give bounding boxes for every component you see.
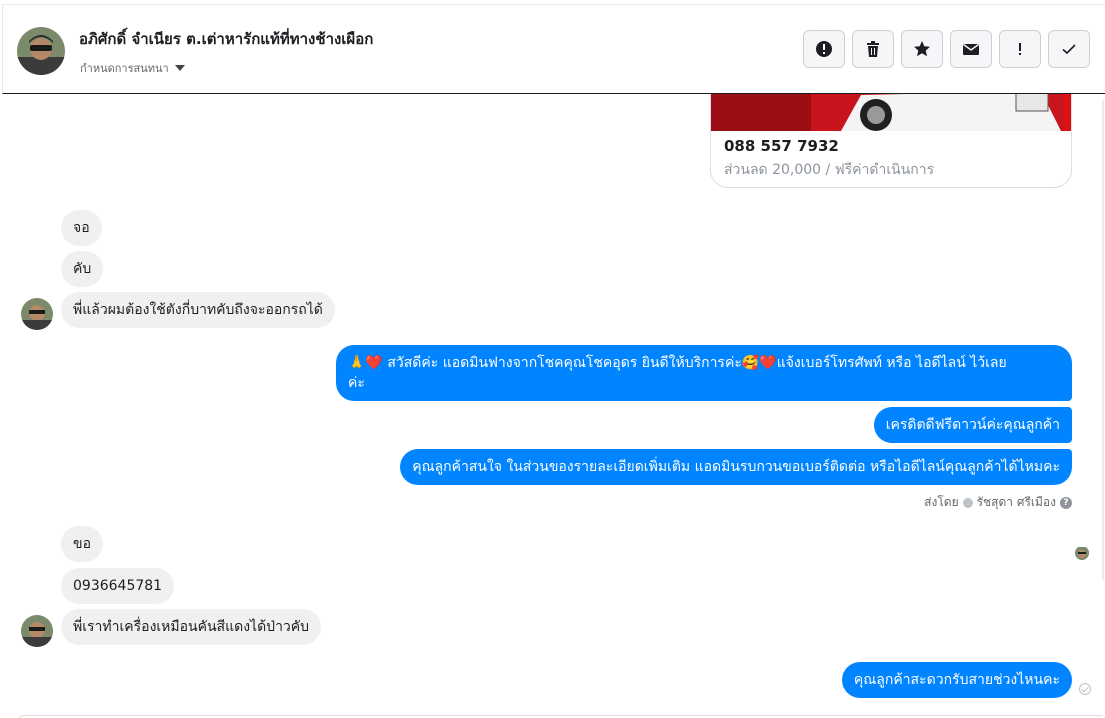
incoming-message: 0936645781 [61,568,175,604]
follow-up-button[interactable] [999,30,1041,68]
caret-down-icon [174,65,185,71]
incoming-message: จอ [61,210,102,246]
customer-avatar-small [21,615,53,647]
delete-button[interactable] [852,30,894,68]
alert-circle-icon [816,41,832,57]
delivered-check-icon [1079,683,1091,695]
seen-avatar-icon [1075,546,1089,560]
incoming-message: พี่แล้วผมต้องใช้ตังกี่บาทคับถึงจะออกรถได… [61,292,335,328]
outgoing-message: คุณลูกค้าสนใจ ในส่วนของรายละเอียดเพิ่มเต… [400,449,1072,485]
sender-name[interactable]: รัชสุดา ศรีเมือง [977,493,1056,512]
message-thread[interactable]: 088 557 7932 ส่วนลด 20,000 / ฟรีค่าดำเนิ… [0,94,1105,718]
page-badge-icon [962,497,973,508]
help-icon[interactable]: ? [1060,496,1072,509]
card-description: ส่วนลด 20,000 / ฟรีค่าดำเนินการ [724,162,935,178]
sent-by-label: ส่งโดย รัชสุดา ศรีเมือง ? [924,493,1072,512]
car-image [711,94,1071,131]
done-button[interactable] [1048,30,1090,68]
check-icon [1062,44,1076,55]
star-button[interactable] [901,30,943,68]
ad-card-message[interactable]: 088 557 7932 ส่วนลด 20,000 / ฟรีค่าดำเนิ… [710,94,1072,188]
outgoing-message: คุณลูกค้าสะดวกรับสายช่วงไหนคะ [841,662,1072,698]
outgoing-message: 🙏❤️ สวัสดีค่ะ แอดมินฟางจากโชคคุณโชคอุดร … [336,345,1072,401]
message-line: 🙏❤️ สวัสดีค่ะ แอดมินฟางจากโชคคุณโชคอุดร … [348,355,1007,371]
assign-conversation-dropdown[interactable]: กำหนดการสนทนา [80,59,185,77]
spam-button[interactable] [803,30,845,68]
incoming-message: ขอ [61,526,103,562]
sent-by-prefix: ส่งโดย [924,495,959,509]
exclamation-icon [1019,43,1021,55]
header-actions [803,30,1090,68]
incoming-message: คับ [61,251,104,287]
outgoing-message: เครดิตดีฟรีดาวน์ค่ะคุณลูกค้า [873,407,1072,443]
message-line: ค่ะ [348,375,365,391]
customer-avatar[interactable] [17,27,65,75]
assign-label: กำหนดการสนทนา [80,62,169,75]
scrollbar[interactable] [1102,100,1104,580]
conversation-header: อภิศักดิ์ จำเนียร ต.เต่าหารักแท้ที่ทางช้… [2,4,1105,94]
card-phone-number: 088 557 7932 [724,137,839,155]
mark-unread-button[interactable] [950,30,992,68]
customer-name: อภิศักดิ์ จำเนียร ต.เต่าหารักแท้ที่ทางช้… [79,30,374,48]
envelope-icon [963,43,979,55]
customer-avatar-small [21,298,53,330]
incoming-message: พี่เราทำเครื่องเหมือนคันสีแดงได้ป่าวคับ [61,609,322,645]
star-icon [914,41,930,57]
trash-icon [867,41,879,57]
inbox-conversation: อภิศักดิ์ จำเนียร ต.เต่าหารักแท้ที่ทางช้… [0,0,1105,718]
